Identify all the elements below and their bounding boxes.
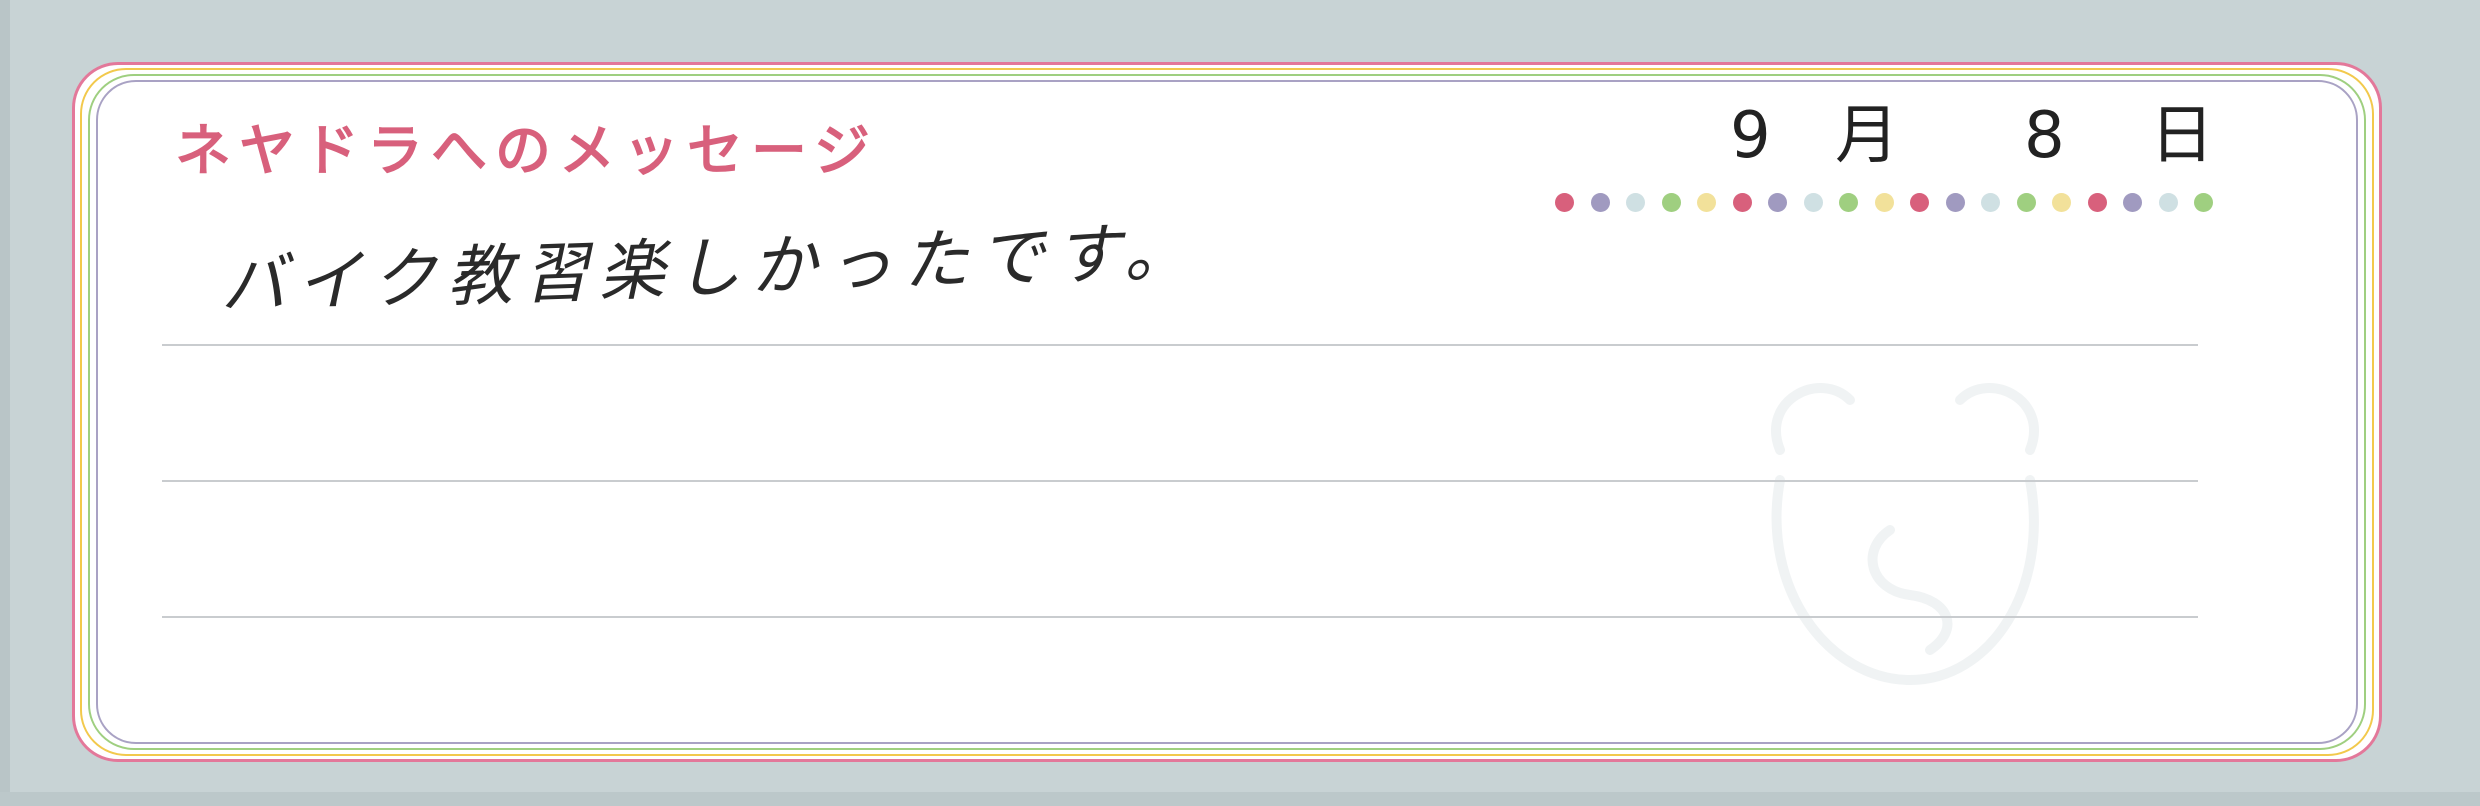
ruled-line-1 xyxy=(162,344,2198,346)
card-heading: ネヤドラへのメッセージ xyxy=(175,119,878,184)
decorative-dot xyxy=(1945,193,1965,212)
decorative-dot xyxy=(1874,193,1894,212)
ruled-line-3 xyxy=(162,616,2198,618)
date-month-unit: 月 xyxy=(1835,99,1899,173)
scan-bottom-edge xyxy=(0,792,2480,806)
decorative-dot xyxy=(2016,193,2036,212)
decorative-dot-row xyxy=(1555,193,2235,213)
decorative-dot xyxy=(1590,193,1610,212)
date-day-unit: 日 xyxy=(2150,99,2214,173)
decorative-dot xyxy=(1555,193,1574,212)
decorative-dot xyxy=(1768,193,1787,212)
decorative-dot xyxy=(1803,193,1823,212)
decorative-dot xyxy=(1910,193,1929,212)
ruled-line-2 xyxy=(162,480,2198,482)
decorative-dot xyxy=(1697,193,1716,212)
decorative-dot xyxy=(1626,193,1645,212)
decorative-dot xyxy=(2158,193,2178,212)
decorative-dot xyxy=(1981,193,2000,212)
decorative-dot xyxy=(2087,193,2107,212)
bear-watermark-icon xyxy=(1771,383,2039,686)
date-day: 8 xyxy=(2024,99,2065,173)
decorative-dot xyxy=(1732,193,1752,212)
decorative-dot xyxy=(1839,193,1858,212)
message-card: ネヤドラへのメッセージ 9 月 8 日 バイク教習楽しかったです。 xyxy=(10,0,2480,792)
date-month: 9 xyxy=(1730,99,1771,173)
decorative-dot xyxy=(2052,193,2071,212)
decorative-dot xyxy=(2123,193,2142,212)
scan-edge xyxy=(0,0,10,806)
decorative-dot xyxy=(2194,193,2213,212)
decorative-dot xyxy=(1661,193,1681,212)
